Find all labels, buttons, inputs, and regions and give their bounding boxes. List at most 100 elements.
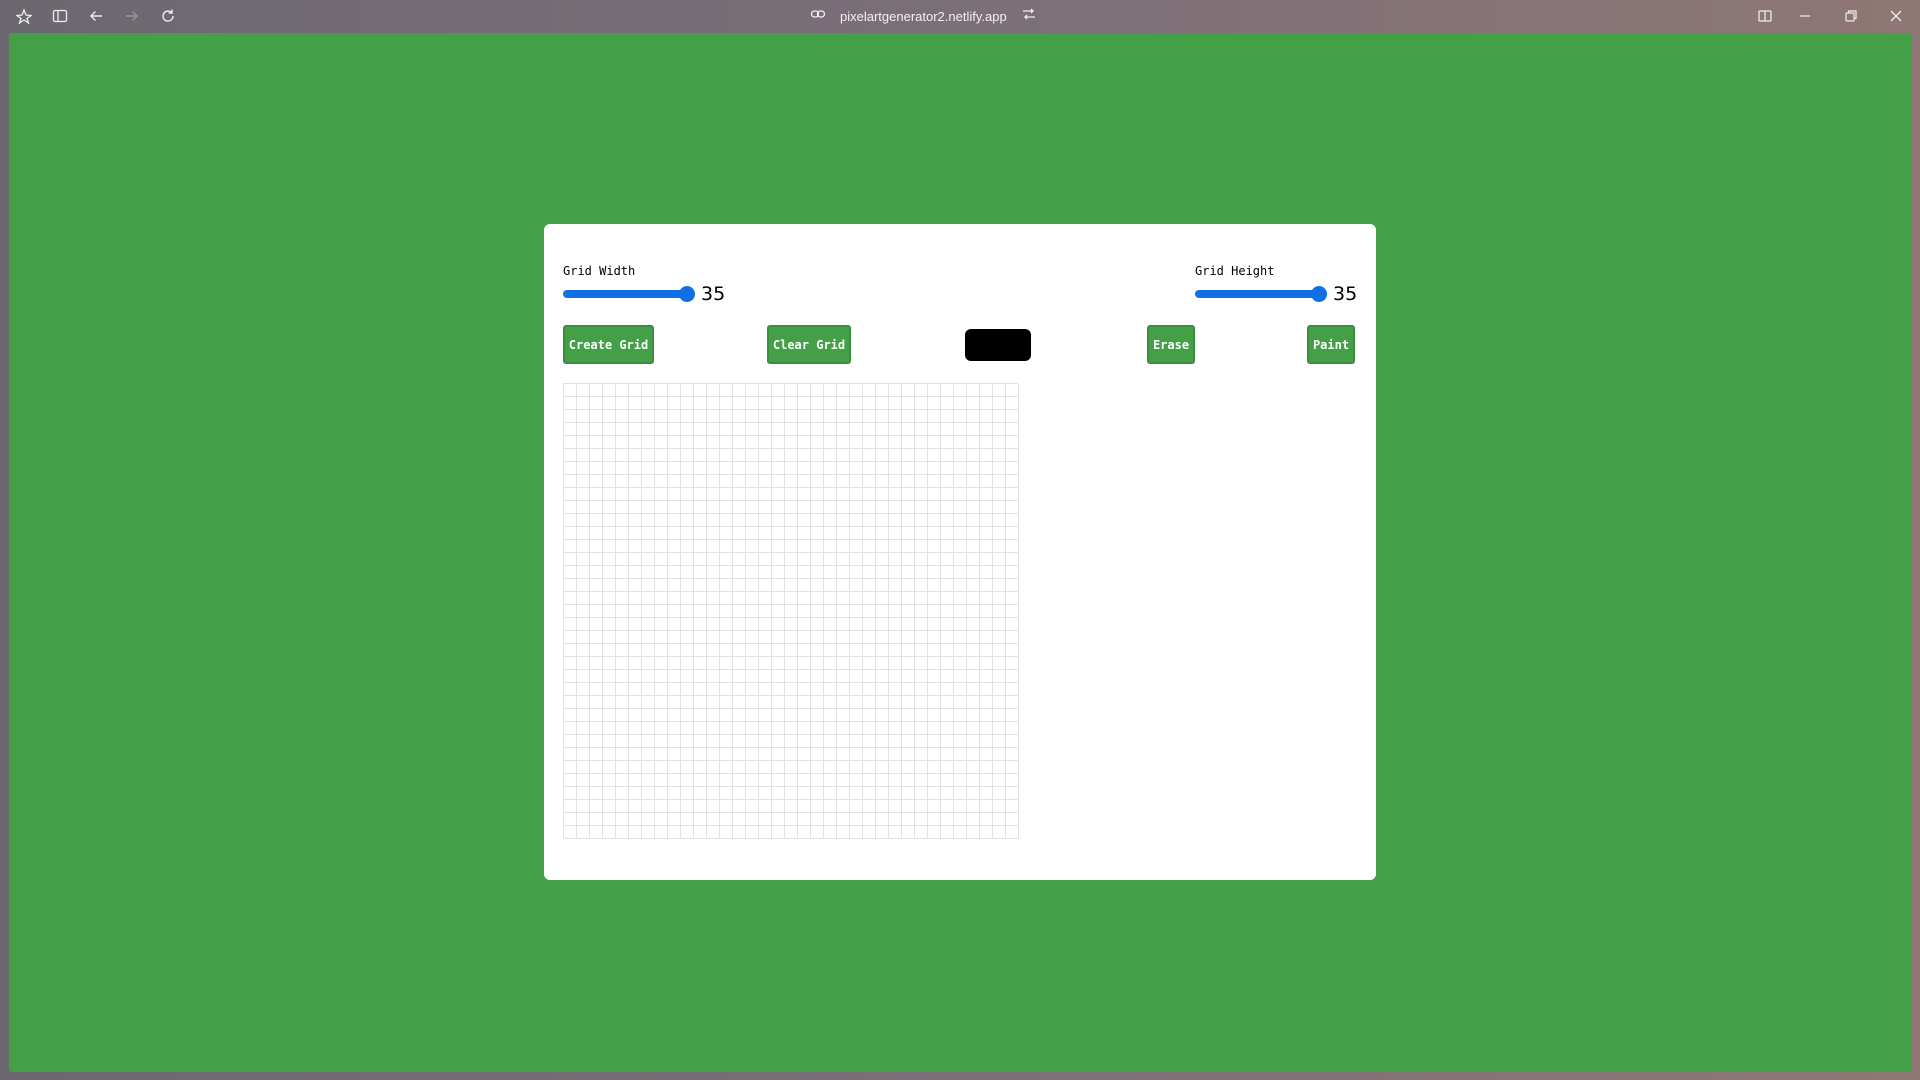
grid-cell[interactable] [824, 488, 837, 501]
grid-cell[interactable] [954, 800, 967, 813]
grid-cell[interactable] [603, 553, 616, 566]
grid-cell[interactable] [967, 670, 980, 683]
grid-cell[interactable] [980, 644, 993, 657]
grid-cell[interactable] [564, 449, 577, 462]
grid-cell[interactable] [902, 657, 915, 670]
grid-cell[interactable] [642, 501, 655, 514]
grid-cell[interactable] [863, 488, 876, 501]
grid-cell[interactable] [941, 683, 954, 696]
grid-cell[interactable] [629, 813, 642, 826]
grid-cell[interactable] [785, 735, 798, 748]
grid-cell[interactable] [694, 683, 707, 696]
grid-cell[interactable] [811, 462, 824, 475]
grid-cell[interactable] [642, 566, 655, 579]
grid-cell[interactable] [564, 826, 577, 839]
grid-cell[interactable] [746, 644, 759, 657]
grid-cell[interactable] [1006, 800, 1019, 813]
grid-cell[interactable] [824, 735, 837, 748]
grid-cell[interactable] [785, 748, 798, 761]
grid-cell[interactable] [1006, 774, 1019, 787]
grid-cell[interactable] [577, 670, 590, 683]
grid-width-slider-thumb[interactable] [679, 286, 695, 302]
grid-cell[interactable] [915, 410, 928, 423]
grid-cell[interactable] [681, 384, 694, 397]
grid-cell[interactable] [928, 774, 941, 787]
grid-cell[interactable] [616, 475, 629, 488]
grid-cell[interactable] [720, 566, 733, 579]
grid-cell[interactable] [668, 475, 681, 488]
grid-cell[interactable] [655, 514, 668, 527]
grid-cell[interactable] [759, 488, 772, 501]
grid-cell[interactable] [785, 475, 798, 488]
grid-cell[interactable] [811, 449, 824, 462]
grid-cell[interactable] [616, 566, 629, 579]
grid-cell[interactable] [928, 462, 941, 475]
grid-cell[interactable] [967, 761, 980, 774]
grid-cell[interactable] [707, 475, 720, 488]
grid-cell[interactable] [668, 605, 681, 618]
grid-cell[interactable] [902, 813, 915, 826]
grid-cell[interactable] [837, 423, 850, 436]
grid-cell[interactable] [655, 774, 668, 787]
grid-cell[interactable] [889, 527, 902, 540]
grid-cell[interactable] [1006, 423, 1019, 436]
grid-cell[interactable] [954, 787, 967, 800]
grid-cell[interactable] [642, 475, 655, 488]
grid-cell[interactable] [824, 761, 837, 774]
grid-cell[interactable] [772, 462, 785, 475]
grid-cell[interactable] [642, 657, 655, 670]
grid-cell[interactable] [577, 748, 590, 761]
grid-cell[interactable] [876, 774, 889, 787]
grid-cell[interactable] [746, 436, 759, 449]
grid-cell[interactable] [577, 475, 590, 488]
grid-cell[interactable] [590, 436, 603, 449]
grid-cell[interactable] [668, 423, 681, 436]
grid-cell[interactable] [1006, 631, 1019, 644]
grid-cell[interactable] [928, 761, 941, 774]
restore-icon[interactable] [1841, 6, 1861, 26]
grid-cell[interactable] [915, 826, 928, 839]
grid-cell[interactable] [785, 709, 798, 722]
grid-cell[interactable] [941, 579, 954, 592]
grid-cell[interactable] [902, 501, 915, 514]
grid-cell[interactable] [1006, 540, 1019, 553]
grid-cell[interactable] [902, 462, 915, 475]
grid-cell[interactable] [733, 397, 746, 410]
grid-cell[interactable] [694, 462, 707, 475]
grid-cell[interactable] [1006, 579, 1019, 592]
grid-cell[interactable] [616, 449, 629, 462]
grid-cell[interactable] [915, 813, 928, 826]
grid-cell[interactable] [681, 631, 694, 644]
grid-cell[interactable] [967, 657, 980, 670]
grid-cell[interactable] [733, 696, 746, 709]
grid-cell[interactable] [564, 683, 577, 696]
grid-cell[interactable] [759, 605, 772, 618]
grid-cell[interactable] [564, 670, 577, 683]
grid-cell[interactable] [902, 683, 915, 696]
grid-cell[interactable] [564, 644, 577, 657]
grid-cell[interactable] [928, 631, 941, 644]
grid-cell[interactable] [694, 540, 707, 553]
grid-cell[interactable] [629, 722, 642, 735]
grid-cell[interactable] [876, 748, 889, 761]
grid-cell[interactable] [941, 592, 954, 605]
grid-cell[interactable] [629, 787, 642, 800]
grid-cell[interactable] [837, 800, 850, 813]
grid-cell[interactable] [850, 761, 863, 774]
grid-cell[interactable] [811, 618, 824, 631]
grid-cell[interactable] [629, 475, 642, 488]
grid-cell[interactable] [590, 618, 603, 631]
grid-cell[interactable] [759, 774, 772, 787]
grid-cell[interactable] [772, 527, 785, 540]
grid-cell[interactable] [902, 488, 915, 501]
grid-cell[interactable] [681, 397, 694, 410]
grid-cell[interactable] [681, 787, 694, 800]
grid-cell[interactable] [616, 462, 629, 475]
grid-cell[interactable] [603, 826, 616, 839]
grid-cell[interactable] [733, 670, 746, 683]
grid-cell[interactable] [772, 397, 785, 410]
grid-cell[interactable] [954, 540, 967, 553]
grid-cell[interactable] [590, 592, 603, 605]
grid-cell[interactable] [915, 579, 928, 592]
grid-cell[interactable] [746, 787, 759, 800]
